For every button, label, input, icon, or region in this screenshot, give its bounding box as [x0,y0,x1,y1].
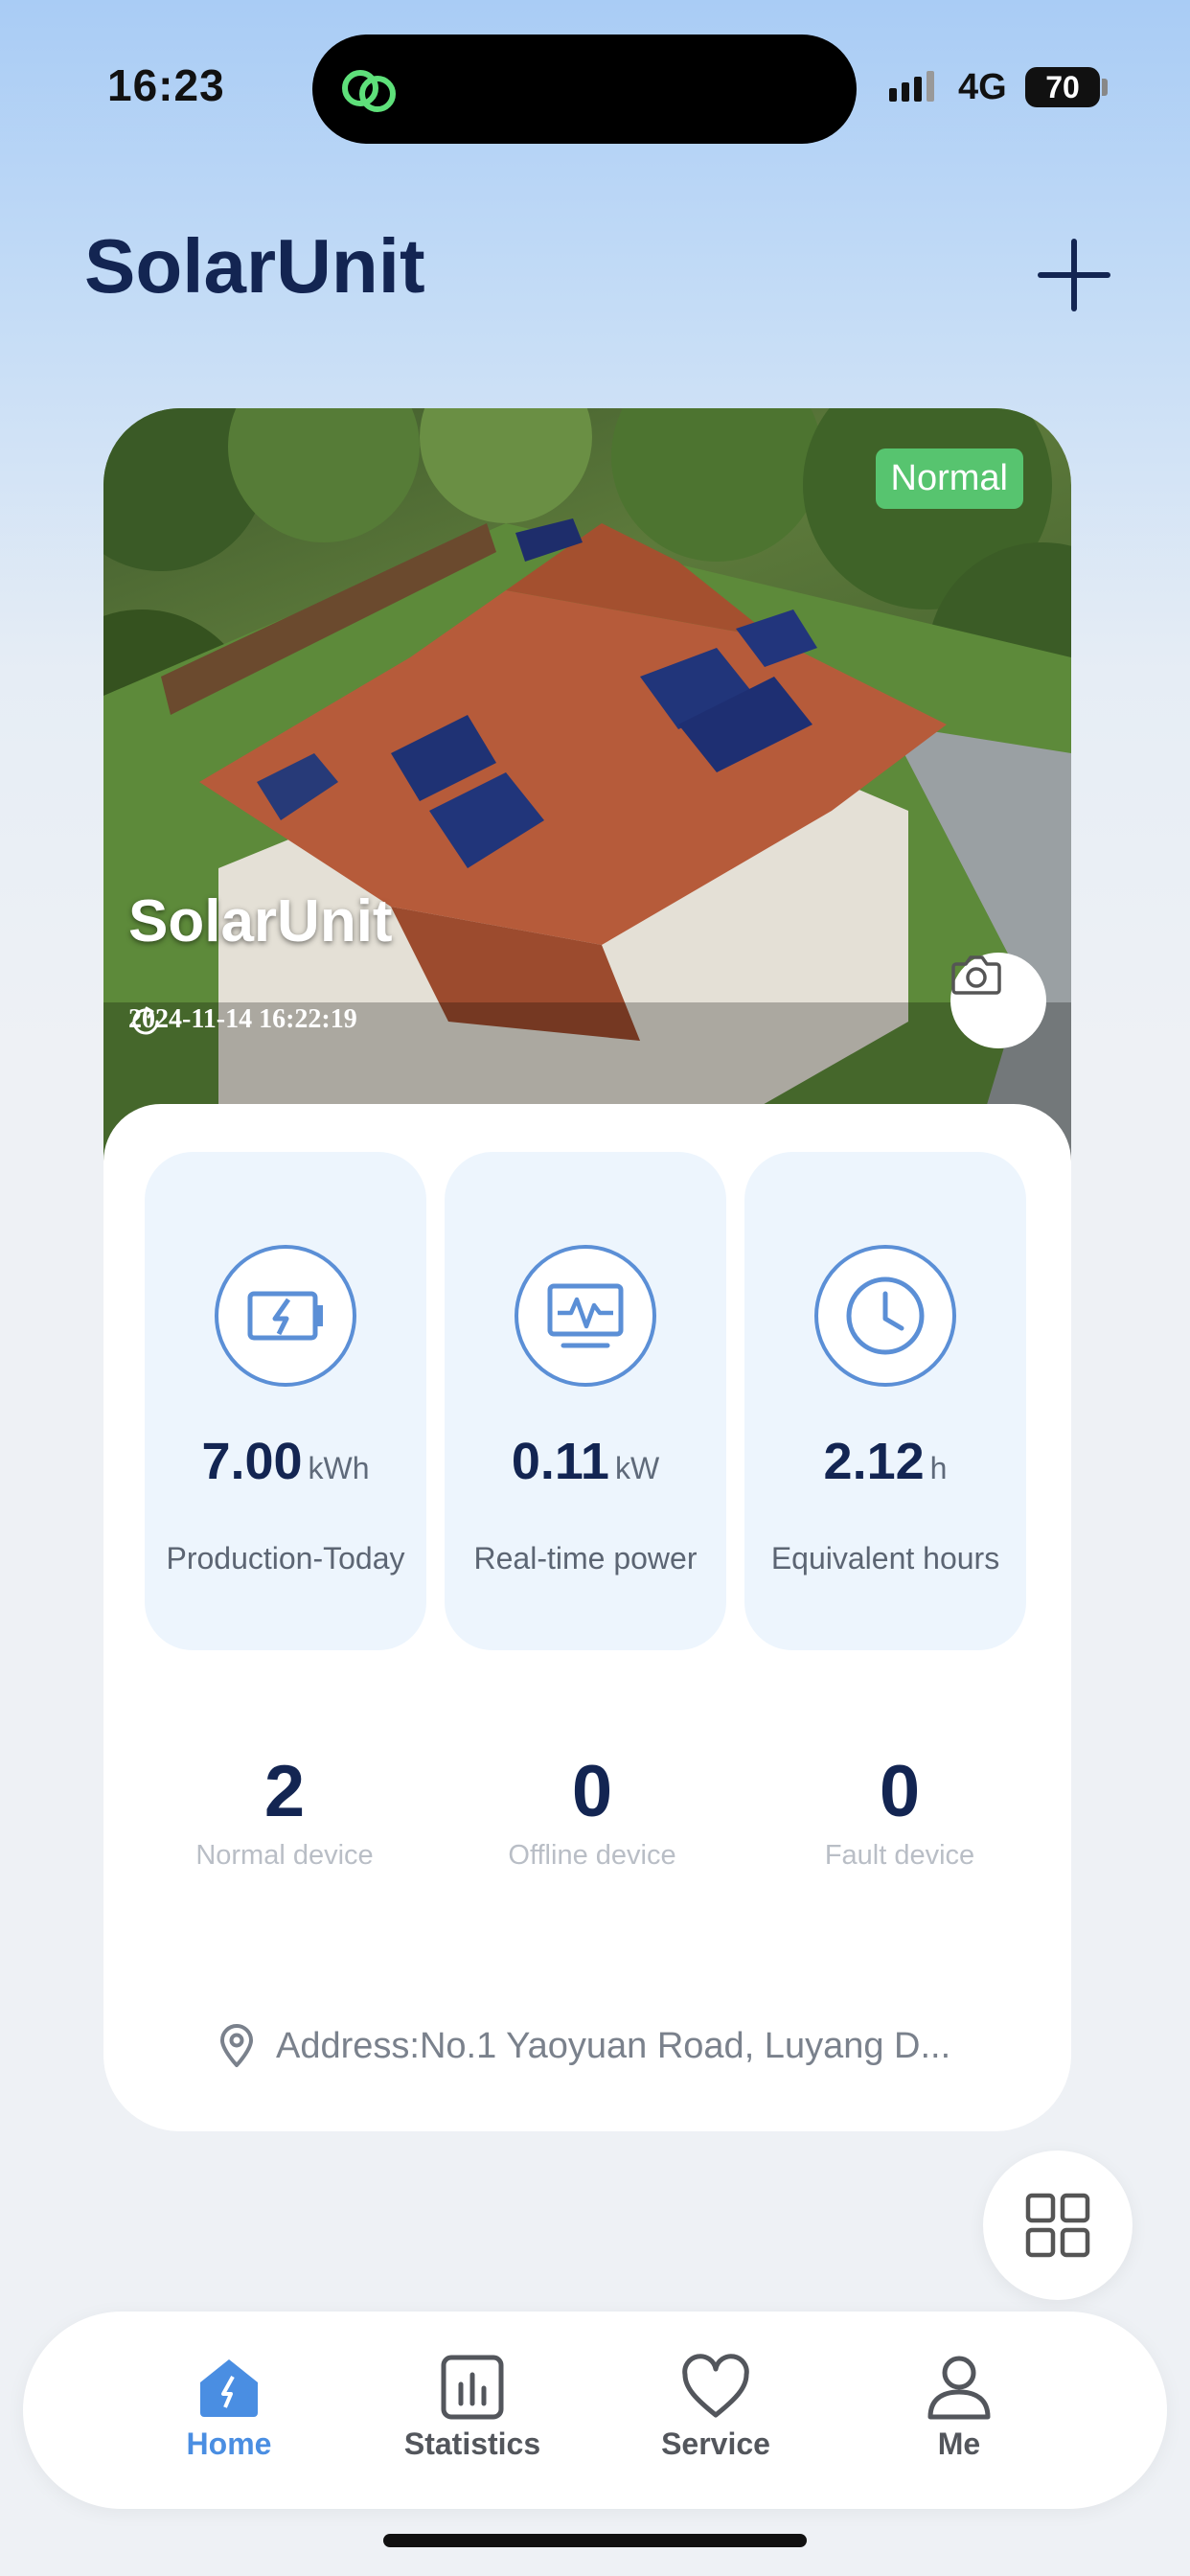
plant-name: SolarUnit [128,888,393,954]
camera-icon [951,955,1001,995]
refresh-icon[interactable] [128,1004,163,1039]
home-icon [200,2359,258,2417]
dynamic-island [312,34,857,144]
metric-unit: h [929,1451,948,1485]
monitor-pulse-icon [515,1245,656,1387]
tab-service[interactable]: Service [620,2354,812,2462]
page-title: SolarUnit [84,223,425,309]
status-time: 16:23 [107,60,225,110]
metric-realtime-power[interactable]: 0.11 kW Real-time power [445,1152,726,1650]
tab-label: Service [661,2426,770,2461]
tab-home[interactable]: Home [133,2354,325,2462]
device-count: 2 [263,1751,306,1832]
metric-value-row: 2.12 h [744,1432,1026,1491]
house-illustration [103,408,1071,1175]
metric-production-today[interactable]: 7.00 kWh Production-Today [145,1152,426,1650]
bar-chart-icon [441,2355,504,2420]
metric-equivalent-hours[interactable]: 2.12 h Equivalent hours [744,1152,1026,1650]
grid-icon [1025,2193,1090,2258]
plus-icon[interactable] [1037,238,1111,312]
tab-me[interactable]: Me [863,2354,1055,2462]
battery-charge-icon [215,1245,356,1387]
update-time-row: 2024-11-14 16:22:19 [128,1004,357,1035]
device-label: Offline device [508,1840,676,1871]
home-indicator[interactable] [383,2534,807,2547]
metric-value: 0.11 [511,1433,609,1490]
battery-icon: 70 [1025,67,1100,107]
cellular-signal-icon [889,71,934,102]
metric-value: 7.00 [201,1433,303,1490]
metric-unit: kWh [308,1451,370,1485]
fault-device-count[interactable]: 0 Fault device [737,1756,1063,1872]
plant-photo: Normal SolarUnit 2024-11-14 16:22:19 [103,408,1071,1175]
device-label: Normal device [195,1840,374,1871]
bottom-tab-bar: Home Statistics Service Me [23,2312,1167,2509]
metric-value: 2.12 [823,1433,925,1490]
device-count: 0 [571,1751,613,1832]
tab-statistics[interactable]: Statistics [377,2354,568,2462]
address-text: Address:No.1 Yaoyuan Road, Luyang D... [276,2025,951,2066]
location-pin-icon [220,2024,253,2067]
metric-value-row: 0.11 kW [445,1432,726,1491]
offline-device-count[interactable]: 0 Offline device [429,1756,755,1872]
plant-card[interactable]: Normal SolarUnit 2024-11-14 16:22:19 7.0… [103,408,1071,2131]
app-activity-icon [342,70,396,112]
device-count: 0 [879,1751,921,1832]
metric-value-row: 7.00 kWh [145,1432,426,1491]
plant-summary-panel: 7.00 kWh Production-Today 0.11 kW Real-tim… [103,1104,1071,2131]
heart-icon [682,2354,749,2418]
metric-label: Equivalent hours [770,1541,1000,1576]
battery-tip [1102,79,1108,96]
clock-icon [814,1245,956,1387]
user-icon [927,2356,991,2420]
tab-label: Me [937,2426,981,2461]
metric-unit: kW [614,1451,660,1485]
tab-label: Home [186,2426,272,2461]
grid-menu-button[interactable] [983,2150,1133,2300]
camera-button[interactable] [950,953,1046,1048]
tab-label: Statistics [403,2426,541,2461]
normal-device-count[interactable]: 2 Normal device [122,1756,447,1872]
network-type: 4G [958,67,1007,107]
device-label: Fault device [824,1840,975,1871]
status-badge: Normal [875,448,1023,509]
plant-address[interactable]: Address:No.1 Yaoyuan Road, Luyang D... [218,2024,950,2068]
metric-label: Real-time power [473,1541,698,1576]
metric-label: Production-Today [166,1541,405,1576]
